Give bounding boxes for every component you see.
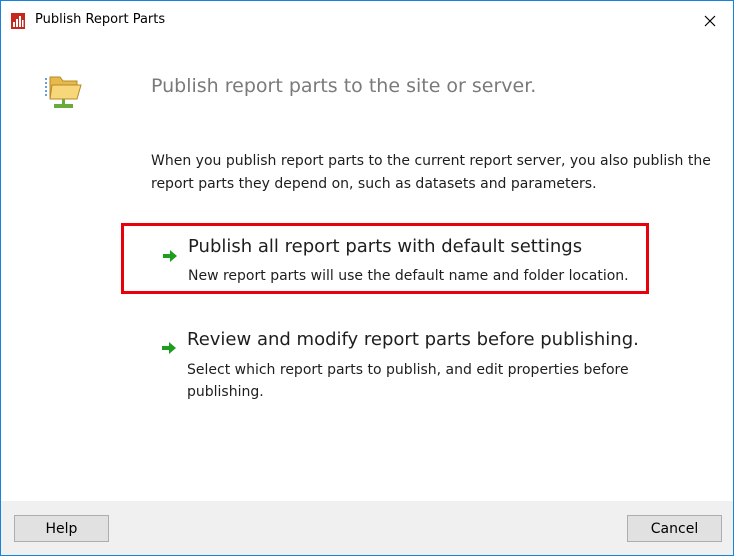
dialog-footer: Help Cancel bbox=[1, 501, 733, 555]
option-description: New report parts will use the default na… bbox=[188, 268, 629, 284]
close-icon bbox=[704, 15, 716, 27]
option-review-modify[interactable]: Review and modify report parts before pu… bbox=[121, 319, 649, 411]
cancel-button[interactable]: Cancel bbox=[627, 515, 722, 542]
window-title: Publish Report Parts bbox=[35, 12, 166, 27]
intro-text: When you publish report parts to the cur… bbox=[151, 153, 711, 192]
publish-folder-icon bbox=[45, 76, 82, 108]
publish-report-parts-dialog: Publish Report Parts Publish report part… bbox=[0, 0, 734, 556]
green-arrow-icon bbox=[162, 342, 176, 354]
page-heading: Publish report parts to the site or serv… bbox=[151, 75, 537, 97]
option-title: Review and modify report parts before pu… bbox=[187, 329, 639, 350]
option-title: Publish all report parts with default se… bbox=[188, 236, 583, 257]
help-button[interactable]: Help bbox=[14, 515, 109, 542]
option-description: Select which report parts to publish, an… bbox=[187, 362, 629, 400]
green-arrow-icon bbox=[163, 250, 177, 262]
option-publish-default[interactable]: Publish all report parts with default se… bbox=[121, 223, 649, 294]
close-button[interactable] bbox=[687, 1, 733, 41]
report-builder-icon bbox=[11, 13, 25, 29]
title-bar: Publish Report Parts bbox=[1, 1, 733, 41]
